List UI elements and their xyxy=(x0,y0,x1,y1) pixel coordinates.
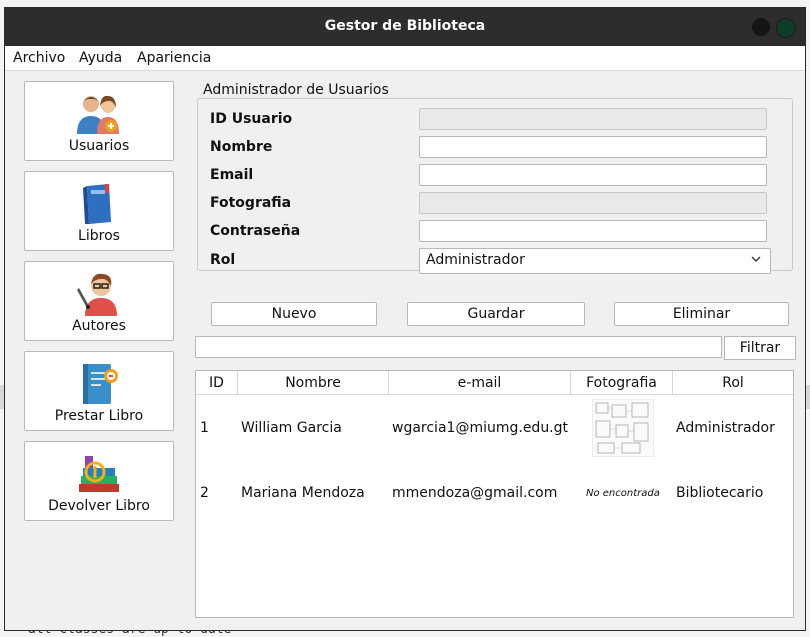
fotografia-field xyxy=(419,192,767,214)
lend-book-icon xyxy=(83,364,118,404)
email-field[interactable] xyxy=(419,164,767,186)
cell-email: mmendoza@gmail.com xyxy=(392,485,558,501)
cell-rol: Administrador xyxy=(676,420,775,436)
nombre-label: Nombre xyxy=(210,139,273,155)
id-usuario-label: ID Usuario xyxy=(210,111,293,127)
cell-email: wgarcia1@miumg.edu.gt xyxy=(392,420,569,436)
photo-thumbnail xyxy=(592,399,654,457)
guardar-button[interactable]: Guardar xyxy=(407,302,585,326)
rol-select[interactable]: Administrador xyxy=(419,248,771,274)
app-window: Gestor de Biblioteca Archivo Ayuda Apari… xyxy=(5,8,805,630)
cell-nombre: Mariana Mendoza xyxy=(241,485,365,501)
menu-apariencia[interactable]: Apariencia xyxy=(137,50,211,66)
table-header-nombre[interactable]: Nombre xyxy=(238,371,389,395)
return-book-icon xyxy=(79,456,119,492)
filter-input[interactable] xyxy=(195,336,722,358)
eliminar-button[interactable]: Eliminar xyxy=(614,302,789,326)
contrasena-label: Contraseña xyxy=(210,223,301,239)
nav-prestar-libro-button[interactable]: Prestar Libro xyxy=(24,351,174,431)
rol-label: Rol xyxy=(210,252,236,268)
table-header-email[interactable]: e-mail xyxy=(389,371,571,395)
cell-id: 2 xyxy=(200,485,209,501)
nav-usuarios-label: Usuarios xyxy=(68,138,130,154)
cell-nombre: William Garcia xyxy=(241,420,342,436)
nav-prestar-libro-label: Prestar Libro xyxy=(54,408,144,424)
window-title: Gestor de Biblioteca xyxy=(324,18,486,34)
nombre-field[interactable] xyxy=(419,136,767,158)
nav-libros-label: Libros xyxy=(78,228,120,244)
nav-usuarios-button[interactable]: Usuarios xyxy=(24,81,174,161)
cell-foto-not-found: No encontrada xyxy=(586,488,660,499)
menu-ayuda[interactable]: Ayuda xyxy=(79,50,122,66)
fotografia-label: Fotografia xyxy=(210,195,292,211)
chevron-down-icon xyxy=(751,256,761,262)
nuevo-button[interactable]: Nuevo xyxy=(211,302,377,326)
rol-select-value: Administrador xyxy=(426,252,525,268)
users-icon xyxy=(77,95,119,134)
email-label: Email xyxy=(210,167,254,183)
id-usuario-field xyxy=(419,108,767,130)
menu-archivo[interactable]: Archivo xyxy=(13,50,65,66)
table-header-rol[interactable]: Rol xyxy=(673,371,793,395)
nav-devolver-libro-button[interactable]: Devolver Libro xyxy=(24,441,174,521)
minimize-button[interactable] xyxy=(752,18,770,36)
menu-bar: Archivo Ayuda Apariencia xyxy=(5,46,805,71)
author-icon xyxy=(77,273,117,316)
users-table[interactable]: ID Nombre e-mail Fotografia Rol 1 Willia… xyxy=(195,370,794,618)
nav-autores-button[interactable]: Autores xyxy=(24,261,174,341)
cell-id: 1 xyxy=(200,420,209,436)
groupbox-title: Administrador de Usuarios xyxy=(201,82,391,98)
cell-rol: Bibliotecario xyxy=(676,485,764,501)
nav-devolver-libro-label: Devolver Libro xyxy=(48,498,150,514)
contrasena-field[interactable] xyxy=(419,220,767,242)
nav-autores-label: Autores xyxy=(72,318,126,334)
filtrar-button[interactable]: Filtrar xyxy=(724,336,796,360)
table-header-fotografia[interactable]: Fotografia xyxy=(571,371,673,395)
table-header-id[interactable]: ID xyxy=(196,371,238,395)
close-button[interactable] xyxy=(776,18,796,38)
nav-libros-button[interactable]: Libros xyxy=(24,171,174,251)
book-icon xyxy=(83,184,111,224)
title-bar: Gestor de Biblioteca xyxy=(5,8,805,46)
